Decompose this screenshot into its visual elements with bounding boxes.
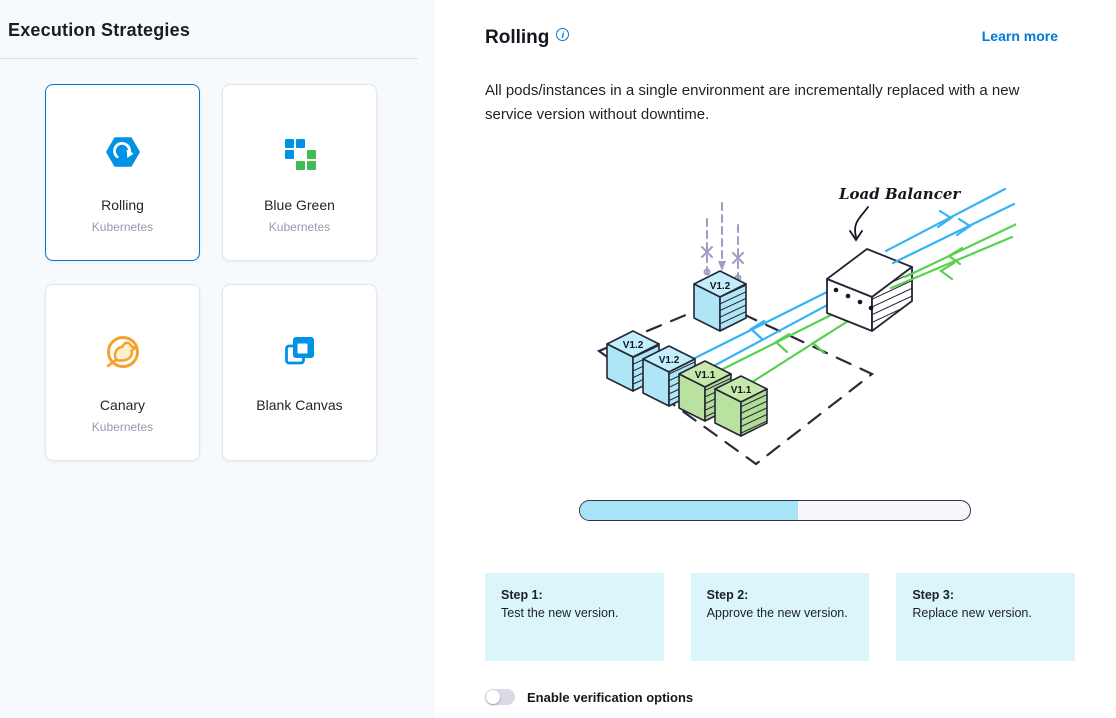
- strategy-list-panel: Execution Strategies Rolling Kubernetes: [0, 0, 435, 718]
- rollout-progress-bar: [579, 500, 971, 521]
- pod-label: V1.1: [695, 370, 716, 381]
- strategy-card-blue-green[interactable]: Blue Green Kubernetes: [222, 84, 377, 261]
- learn-more-link[interactable]: Learn more: [982, 26, 1058, 46]
- strategy-card-blank-canvas[interactable]: Blank Canvas: [222, 284, 377, 461]
- step-card-3: Step 3: Replace new version.: [896, 573, 1075, 661]
- rollout-progress-fill: [580, 501, 798, 520]
- detail-title: Rolling: [485, 26, 549, 49]
- blank-canvas-icon: [282, 331, 318, 373]
- strategy-description: All pods/instances in a single environme…: [485, 79, 1063, 127]
- detail-header: Rolling i Learn more: [485, 26, 1075, 49]
- execution-strategies-screen: Execution Strategies Rolling Kubernetes: [0, 0, 1116, 718]
- pod-label: V1.2: [710, 281, 731, 292]
- step-body: Approve the new version.: [707, 606, 854, 620]
- step-title: Step 1:: [501, 588, 648, 602]
- step-title: Step 2:: [707, 588, 854, 602]
- card-subtitle: Kubernetes: [269, 220, 330, 234]
- card-title: Canary: [100, 397, 145, 413]
- card-title: Blank Canvas: [256, 397, 342, 413]
- strategy-detail-panel: Rolling i Learn more All pods/instances …: [435, 0, 1116, 718]
- verification-toggle-row: Enable verification options: [485, 689, 1075, 705]
- canary-icon: [103, 331, 143, 373]
- incoming-pod-cube-v12: [694, 271, 746, 331]
- verification-toggle-label: Enable verification options: [527, 690, 693, 705]
- card-title: Blue Green: [264, 197, 335, 213]
- rolling-deployment-illustration: Load Balancer V1.2 V1.2 V1.2 V1.1 V1.1: [571, 161, 1016, 491]
- blue-green-icon: [282, 131, 318, 173]
- pod-label: V1.1: [731, 385, 752, 396]
- card-subtitle: Kubernetes: [92, 220, 153, 234]
- rolling-icon: [104, 131, 142, 173]
- step-body: Replace new version.: [912, 606, 1059, 620]
- strategy-cards: Rolling Kubernetes Blue Green Kubern: [45, 84, 435, 461]
- pod-label: V1.2: [659, 355, 680, 366]
- deploy-crane-lines: [702, 203, 743, 281]
- step-body: Test the new version.: [501, 606, 648, 620]
- rollout-steps: Step 1: Test the new version. Step 2: Ap…: [485, 573, 1075, 661]
- pod-label: V1.2: [623, 340, 644, 351]
- card-subtitle: Kubernetes: [92, 420, 153, 434]
- page-title: Execution Strategies: [8, 20, 435, 41]
- step-card-2: Step 2: Approve the new version.: [691, 573, 870, 661]
- step-card-1: Step 1: Test the new version.: [485, 573, 664, 661]
- verification-toggle[interactable]: [485, 689, 515, 705]
- label-pointer-arrow: [850, 207, 868, 240]
- strategy-card-canary[interactable]: Canary Kubernetes: [45, 284, 200, 461]
- info-icon[interactable]: i: [556, 28, 569, 41]
- divider: [0, 58, 418, 59]
- load-balancer-box: [827, 249, 912, 331]
- strategy-card-rolling[interactable]: Rolling Kubernetes: [45, 84, 200, 261]
- card-title: Rolling: [101, 197, 144, 213]
- load-balancer-label: Load Balancer: [838, 185, 961, 203]
- step-title: Step 3:: [912, 588, 1059, 602]
- toggle-knob: [486, 690, 500, 704]
